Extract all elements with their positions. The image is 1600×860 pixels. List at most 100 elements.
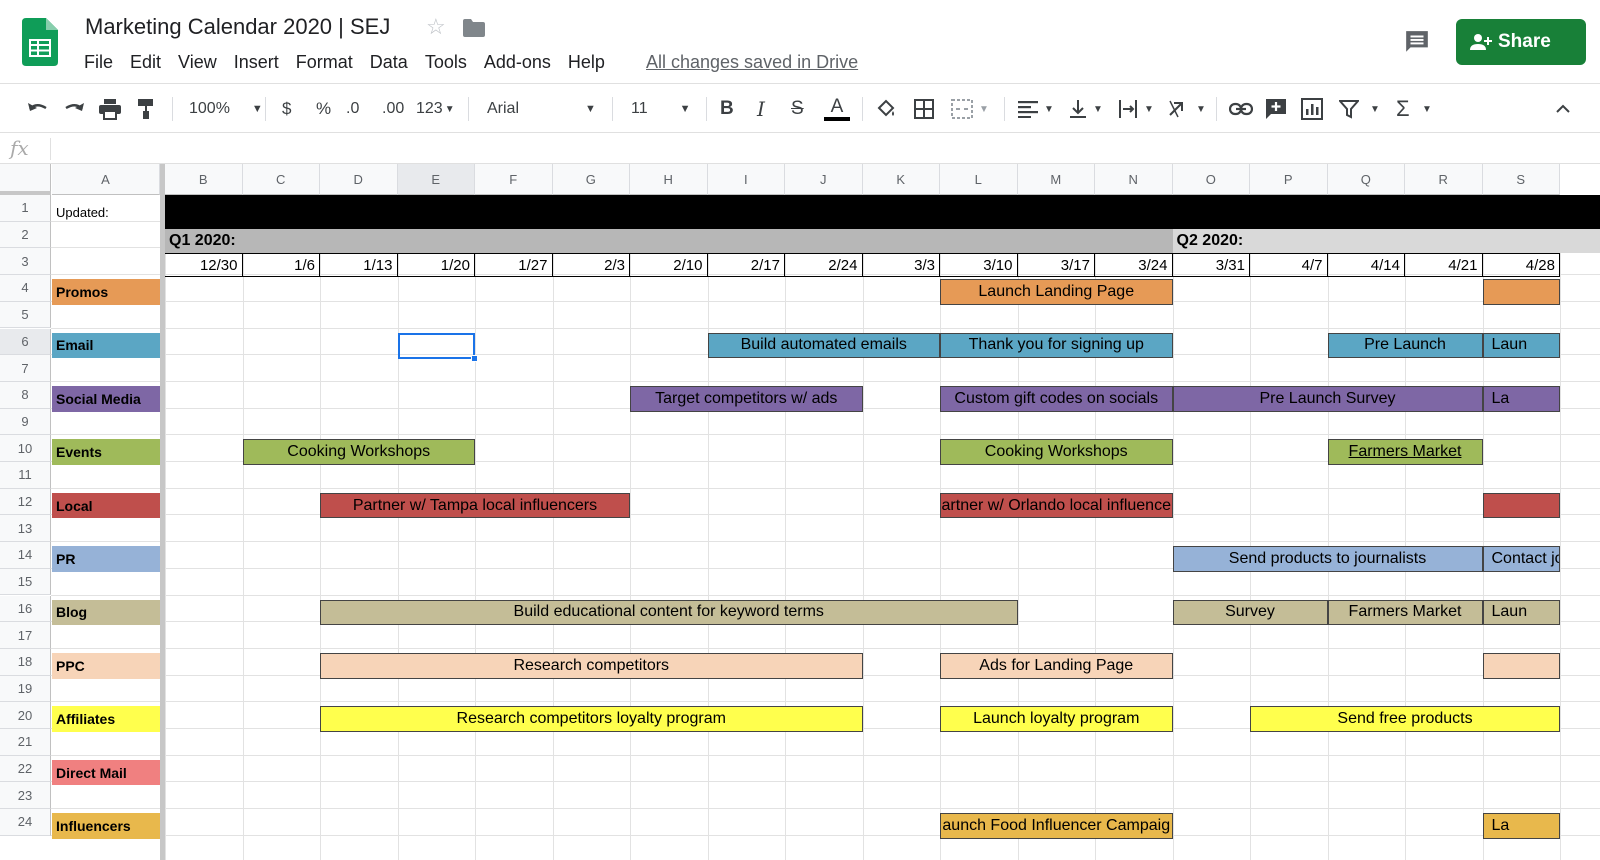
activity-bar[interactable]: Contact jo — [1482, 546, 1560, 572]
currency-format-button[interactable]: $ — [282, 85, 291, 133]
row-header-18[interactable]: 18 — [0, 648, 51, 676]
paint-format-icon[interactable] — [136, 85, 156, 133]
row-header-16[interactable]: 16 — [0, 595, 51, 623]
row-header-10[interactable]: 10 — [0, 435, 51, 462]
menu-format[interactable]: Format — [296, 52, 353, 73]
activity-bar[interactable]: Laun — [1482, 332, 1560, 359]
activity-bar[interactable]: Cooking Workshops — [940, 439, 1173, 465]
row-header-15[interactable]: 15 — [0, 568, 51, 596]
activity-bar[interactable]: artner w/ Orlando local influence — [940, 492, 1173, 519]
activity-bar[interactable]: aunch Food Influencer Campaig — [940, 813, 1173, 839]
filter-icon[interactable] — [1339, 85, 1359, 133]
font-size-select[interactable]: 11 ▼ — [631, 85, 691, 133]
borders-icon[interactable] — [914, 85, 934, 133]
menu-edit[interactable]: Edit — [130, 52, 161, 73]
row-header-14[interactable]: 14 — [0, 542, 51, 569]
menu-view[interactable]: View — [178, 52, 217, 73]
row-header-20[interactable]: 20 — [0, 702, 51, 729]
activity-bar[interactable] — [1482, 492, 1560, 519]
activity-bar[interactable]: Thank you for signing up — [940, 332, 1173, 359]
sheets-logo-icon[interactable] — [22, 18, 58, 66]
redo-icon[interactable] — [62, 85, 86, 133]
column-header-s[interactable]: S — [1482, 164, 1560, 195]
activity-bar[interactable]: Target competitors w/ ads — [630, 385, 863, 412]
menu-file[interactable]: File — [84, 52, 113, 73]
activity-bar[interactable]: Survey — [1172, 599, 1328, 626]
font-family-select[interactable]: Arial ▼ — [487, 85, 596, 133]
column-header-m[interactable]: M — [1017, 164, 1095, 195]
activity-bar[interactable]: Research competitors loyalty program — [320, 706, 863, 732]
column-header-n[interactable]: N — [1095, 164, 1173, 195]
column-header-j[interactable]: J — [785, 164, 863, 195]
folder-icon[interactable] — [463, 19, 485, 37]
document-title[interactable]: Marketing Calendar 2020 | SEJ — [85, 14, 390, 40]
activity-bar[interactable]: Pre Launch — [1327, 332, 1483, 359]
increase-decimal-button[interactable]: .00 — [382, 85, 404, 133]
menu-data[interactable]: Data — [370, 52, 408, 73]
column-header-q[interactable]: Q — [1327, 164, 1405, 195]
menu-addons[interactable]: Add-ons — [484, 52, 551, 73]
row-header-21[interactable]: 21 — [0, 729, 51, 756]
column-header-e[interactable]: E — [397, 164, 475, 195]
selected-cell[interactable] — [397, 332, 475, 360]
star-icon[interactable]: ☆ — [426, 14, 446, 40]
row-header-3[interactable]: 3 — [0, 248, 51, 276]
activity-bar[interactable]: Cooking Workshops — [242, 439, 475, 465]
activity-bar[interactable]: Launch Landing Page — [940, 279, 1173, 305]
spreadsheet-grid[interactable]: A B C D E F G H I J K L M N O P Q R S 1 2 3 4 5 6 7 8 9 10 11 12 13 14 15… — [0, 164, 1600, 860]
activity-bar[interactable]: Build automated emails — [707, 332, 940, 359]
activity-bar[interactable]: Laun — [1482, 599, 1560, 626]
column-header-o[interactable]: O — [1172, 164, 1250, 195]
insert-chart-icon[interactable] — [1301, 85, 1323, 133]
activity-bar[interactable]: Farmers Market — [1327, 439, 1483, 465]
activity-bar[interactable]: Research competitors — [320, 652, 863, 679]
merge-cells-icon[interactable]: ▼ — [951, 85, 989, 133]
fill-color-icon[interactable] — [876, 85, 898, 133]
column-header-r[interactable]: R — [1405, 164, 1483, 195]
activity-bar[interactable]: Launch loyalty program — [940, 706, 1173, 732]
strikethrough-button[interactable]: S — [791, 85, 804, 133]
percent-format-button[interactable]: % — [316, 85, 331, 133]
fill-handle[interactable] — [471, 355, 478, 363]
column-header-f[interactable]: F — [475, 164, 553, 195]
column-header-c[interactable]: C — [242, 164, 320, 195]
comment-icon[interactable] — [1404, 29, 1430, 55]
collapse-toolbar-icon[interactable] — [1556, 85, 1570, 133]
row-header-13[interactable]: 13 — [0, 515, 51, 543]
menu-insert[interactable]: Insert — [234, 52, 279, 73]
share-button[interactable]: Share — [1456, 19, 1586, 65]
row-header-1[interactable]: 1 — [0, 195, 51, 222]
vertical-align-icon[interactable]: ▼ — [1069, 85, 1103, 133]
activity-bar[interactable]: La — [1482, 385, 1560, 412]
italic-button[interactable]: I — [757, 85, 765, 133]
menu-tools[interactable]: Tools — [425, 52, 467, 73]
activity-bar[interactable]: Partner w/ Tampa local influencers — [320, 492, 630, 519]
undo-icon[interactable] — [26, 85, 50, 133]
row-header-5[interactable]: 5 — [0, 301, 51, 329]
menu-help[interactable]: Help — [568, 52, 605, 73]
activity-bar[interactable]: Send products to journalists — [1172, 546, 1483, 572]
more-formats-button[interactable]: 123 ▼ — [416, 85, 455, 133]
bold-button[interactable]: B — [720, 85, 734, 133]
row-header-22[interactable]: 22 — [0, 755, 51, 783]
activity-bar[interactable]: Send free products — [1250, 706, 1560, 732]
frozen-row-divider[interactable] — [0, 191, 51, 195]
activity-bar[interactable]: Pre Launch Survey — [1172, 385, 1483, 412]
column-header-i[interactable]: I — [707, 164, 785, 195]
activity-bar[interactable] — [1482, 652, 1560, 679]
column-header-g[interactable]: G — [552, 164, 630, 195]
column-header-k[interactable]: K — [862, 164, 940, 195]
column-header-h[interactable]: H — [630, 164, 708, 195]
activity-bar[interactable]: Build educational content for keyword te… — [320, 599, 1018, 626]
row-header-7[interactable]: 7 — [0, 355, 51, 382]
text-color-button[interactable]: A — [824, 85, 850, 133]
insert-comment-icon[interactable] — [1265, 85, 1287, 133]
frozen-column-divider[interactable] — [160, 164, 165, 860]
row-header-2[interactable]: 2 — [0, 221, 51, 249]
activity-bar[interactable]: La — [1482, 813, 1560, 839]
horizontal-align-icon[interactable]: ▼ — [1018, 85, 1054, 133]
text-wrap-icon[interactable]: ▼ — [1118, 85, 1154, 133]
column-header-d[interactable]: D — [320, 164, 398, 195]
activity-bar[interactable]: Farmers Market — [1327, 599, 1483, 626]
chevron-down-icon[interactable]: ▼ — [1370, 85, 1380, 133]
